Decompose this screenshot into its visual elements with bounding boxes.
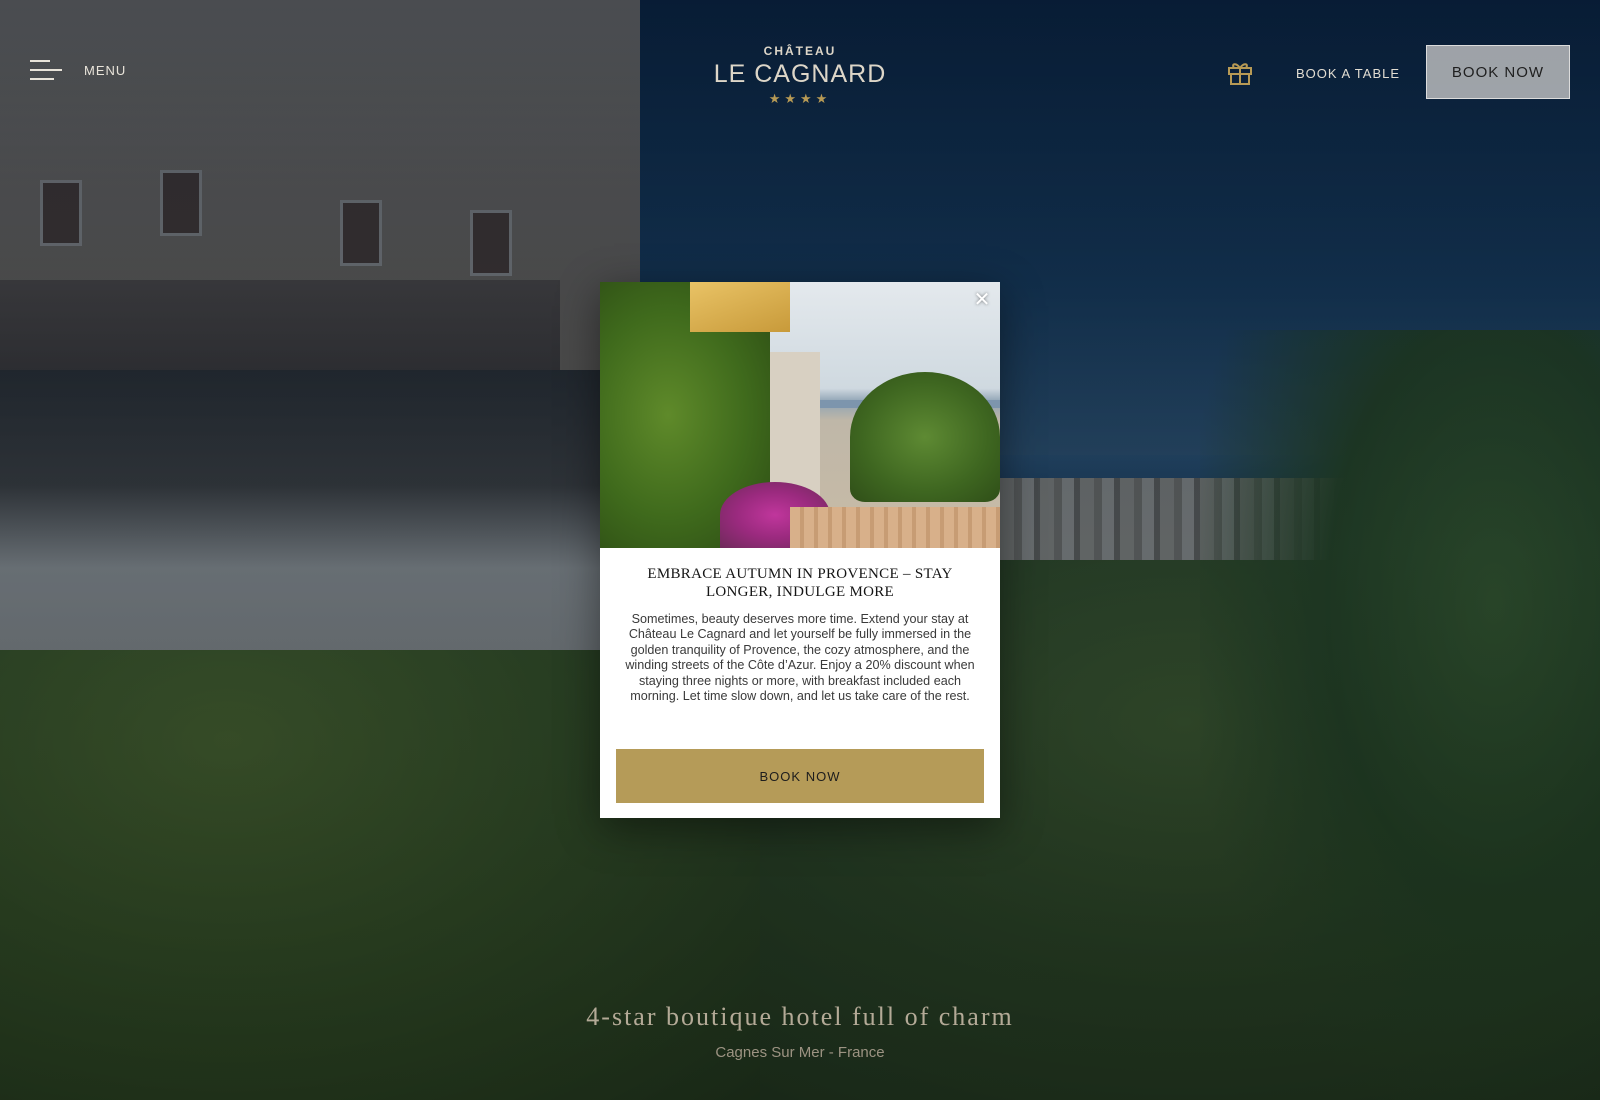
logo-main-text: LE CAGNARD: [713, 60, 887, 88]
image-awning: [690, 282, 790, 332]
modal-body: Sometimes, beauty deserves more time. Ex…: [625, 612, 975, 704]
gift-icon[interactable]: [1226, 58, 1254, 86]
modal-title: EMBRACE AUTUMN IN PROVENCE – STAY LONGER…: [647, 566, 953, 600]
logo-stars: ★★★★: [768, 91, 832, 106]
hero-title: 4-star boutique hotel full of charm: [586, 1002, 1014, 1031]
image-tree: [850, 372, 1000, 502]
image-roof-tiles: [790, 507, 1000, 548]
menu-label: MENU: [84, 62, 127, 78]
menu-button[interactable]: MENU: [30, 58, 126, 82]
close-icon[interactable]: ✕: [972, 290, 992, 310]
book-now-button[interactable]: BOOK NOW: [1426, 45, 1570, 99]
hamburger-icon: [30, 58, 62, 82]
modal-image: [600, 282, 1000, 548]
modal-book-now-button[interactable]: BOOK NOW: [616, 749, 984, 803]
hero-subtitle: Cagnes Sur Mer - France: [715, 1044, 885, 1061]
promo-modal: ✕ EMBRACE AUTUMN IN PROVENCE – STAY LONG…: [600, 282, 1000, 818]
logo-top-text: CHÂTEAU: [763, 44, 837, 58]
book-a-table-link[interactable]: BOOK A TABLE: [1296, 66, 1400, 81]
site-logo[interactable]: CHÂTEAU LE CAGNARD ★★★★: [700, 44, 900, 107]
